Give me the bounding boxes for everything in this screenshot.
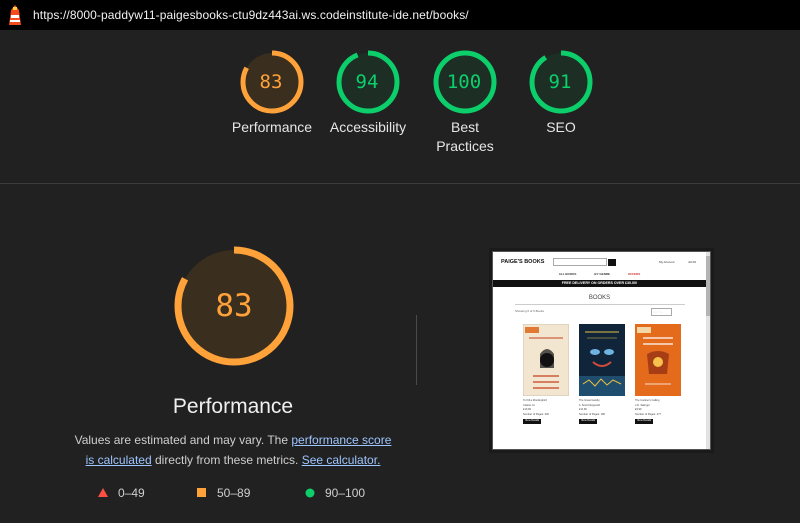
site-search-input: [553, 258, 608, 266]
site-search-button: [608, 258, 617, 266]
book-view-button: View Details: [635, 419, 654, 424]
site-delivery-banner: FREE DELIVERY ON ORDERS OVER £30.00!: [493, 280, 706, 287]
score-label: Best Practices: [436, 119, 494, 154]
gauge-seo[interactable]: 91 SEO: [526, 48, 596, 135]
site-nav: ALL BOOKS BY GENRE OFFERS: [493, 272, 706, 279]
lighthouse-icon: [9, 5, 21, 25]
site-rule: [515, 304, 685, 305]
performance-score-value: 83: [215, 288, 253, 324]
score-label: Performance: [231, 119, 313, 135]
score-value: 91: [548, 71, 572, 93]
desc-text: Values are estimated and may vary. The: [74, 433, 292, 447]
legend-pass: 90–100: [305, 486, 365, 500]
gauge-accessibility[interactable]: 94 Accessibility: [330, 48, 406, 135]
legend-average: 50–89: [197, 486, 250, 500]
book-cover: [635, 324, 681, 396]
gauge-best-practices[interactable]: 100 Best Practices: [430, 48, 500, 154]
site-nav-item: ALL BOOKS: [558, 272, 577, 276]
book-cover: [523, 324, 569, 396]
book-pages: Number of Pages: 277: [635, 412, 661, 416]
book-info: The Cuckoo's Calling J.D. Salinger £9.99…: [635, 399, 681, 424]
gauge-performance[interactable]: 83 Performance: [232, 48, 312, 135]
desc-text: directly from these metrics.: [151, 453, 302, 467]
site-nav-item: BY GENRE: [594, 272, 611, 276]
legend-fail: 0–49: [98, 486, 145, 500]
site-header-icons: My Account £0.00: [659, 260, 696, 264]
performance-title: Performance: [172, 395, 294, 418]
url-bar: https://8000-paddyw11-paigesbooks-ctu9dz…: [0, 0, 800, 30]
site-result-count: Showing 6 of 6 Books: [515, 309, 545, 313]
site-heading: BOOKS: [588, 295, 611, 301]
book-view-button: View Details: [579, 419, 598, 424]
triangle-icon: [98, 488, 108, 497]
performance-description: Values are estimated and may vary. The p…: [70, 430, 396, 470]
book-view-button: View Details: [523, 419, 542, 424]
section-divider: [0, 183, 800, 184]
book-pages: Number of Pages: 320: [523, 412, 549, 416]
legend-range: 50–89: [217, 486, 251, 500]
book-cover: [579, 324, 625, 396]
vertical-divider: [416, 315, 417, 385]
final-screenshot[interactable]: PAIGE'S BOOKS My Account £0.00 ALL BOOKS…: [492, 251, 711, 450]
legend-range: 0–49: [118, 486, 145, 500]
bag-label: £0.00: [688, 260, 696, 264]
site-nav-item: OFFERS: [628, 272, 641, 276]
book-pages: Number of Pages: 180: [579, 412, 605, 416]
score-value: 83: [259, 71, 283, 93]
score-value: 100: [446, 71, 482, 93]
book-info: The Great Gatsby F. Scott Fitzgerald £11…: [579, 399, 625, 424]
site-sort-select: Sort by...: [651, 308, 672, 316]
book-info: To Kill a Mockingbird Classic Lit £10.99…: [523, 399, 569, 424]
see-calculator-link[interactable]: See calculator.: [302, 453, 381, 467]
score-value: 94: [355, 71, 379, 93]
site-header: PAIGE'S BOOKS My Account £0.00: [493, 252, 706, 272]
square-icon: [197, 488, 206, 497]
page-url[interactable]: https://8000-paddyw11-paigesbooks-ctu9dz…: [33, 8, 469, 22]
site-brand: PAIGE'S BOOKS: [501, 259, 545, 265]
score-label: Accessibility: [329, 119, 407, 135]
legend-range: 90–100: [325, 486, 366, 500]
circle-icon: [305, 488, 315, 498]
score-label: SEO: [546, 119, 576, 135]
screenshot-scrollbar: [706, 252, 710, 449]
account-label: My Account: [658, 260, 675, 264]
